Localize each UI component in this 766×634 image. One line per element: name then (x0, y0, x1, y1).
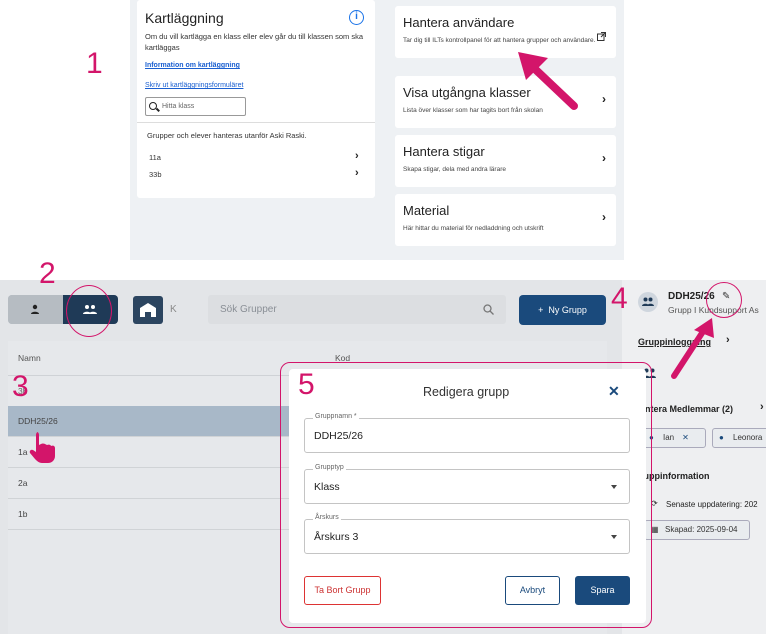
step-number: 3 (12, 370, 29, 403)
group-avatar (638, 292, 658, 312)
menu-sub: Tar dig till ILTs kontrollpanel för att … (403, 37, 596, 44)
toggle-users[interactable] (8, 295, 63, 324)
menu-sub: Här hittar du material för nedladdning o… (403, 225, 544, 232)
chevron-right-icon[interactable]: › (726, 334, 730, 346)
menu-title: Visa utgångna klasser (403, 85, 531, 100)
cancel-button[interactable]: Avbryt (505, 576, 560, 605)
col-header-name[interactable]: Namn (18, 353, 41, 363)
chevron-right-icon: › (602, 92, 606, 106)
menu-card-material[interactable]: Material Här hittar du material för nedl… (395, 194, 616, 246)
delete-group-button[interactable]: Ta Bort Grupp (304, 576, 381, 605)
group-name-field[interactable]: Gruppnamn * DDH25/26 (304, 413, 630, 453)
menu-title: Hantera användare (403, 15, 515, 30)
step-number: 1 (86, 47, 103, 80)
calendar-icon: ▦ (651, 525, 659, 534)
chevron-down-icon (611, 535, 617, 539)
group-search-input[interactable]: Sök Grupper (208, 295, 506, 324)
chevron-down-icon (611, 485, 617, 489)
groups-note: Grupper och elever hanteras utanför Aski… (147, 131, 307, 140)
class-item[interactable]: 33b (149, 170, 162, 179)
updated-text: Senaste uppdatering: 202 (666, 500, 758, 509)
menu-card-manage-users[interactable]: Hantera användare Tar dig till ILTs kont… (395, 6, 616, 58)
print-link[interactable]: Skriv ut kartläggningsformuläret (145, 82, 243, 89)
chevron-right-icon: › (602, 210, 606, 224)
kartlaggning-desc: Om du vill kartlägga en klass eller elev… (145, 32, 364, 52)
school-icon-button[interactable] (133, 296, 163, 324)
highlight-circle (66, 285, 112, 337)
field-value: Klass (314, 481, 340, 493)
menu-card-expired[interactable]: Visa utgångna klasser Lista över klasser… (395, 76, 616, 128)
k-label: K (170, 304, 177, 315)
field-value: Årskurs 3 (314, 531, 359, 543)
hand-cursor-icon (29, 432, 55, 463)
grade-select[interactable]: Årskurs Årskurs 3 (304, 514, 630, 554)
external-link-icon (597, 32, 606, 41)
chevron-right-icon[interactable]: › (760, 401, 764, 413)
group-type-select[interactable]: Grupptyp Klass (304, 464, 630, 504)
members-heading[interactable]: antera Medlemmar (2) (640, 404, 733, 414)
plus-icon: + (538, 305, 549, 315)
menu-sub: Skapa stigar, dela med andra lärare (403, 166, 506, 173)
new-group-label: Ny Grupp (548, 305, 587, 315)
user-icon: ● (719, 433, 724, 442)
info-icon[interactable]: i (349, 10, 364, 25)
search-placeholder: Sök Grupper (220, 304, 277, 315)
menu-title: Material (403, 203, 450, 218)
step-number: 4 (611, 282, 628, 315)
chevron-right-icon: › (602, 151, 606, 165)
field-label: Gruppnamn * (313, 413, 359, 420)
chevron-right-icon[interactable]: › (355, 167, 359, 179)
building-icon (140, 303, 156, 317)
step-number: 2 (39, 257, 56, 290)
menu-card-paths[interactable]: Hantera stigar Skapa stigar, dela med an… (395, 135, 616, 187)
close-icon[interactable]: ✕ (682, 433, 689, 442)
class-search-input[interactable]: Hitta klass (145, 97, 246, 116)
field-label: Grupptyp (313, 464, 346, 471)
dialog-title: Redigera grupp (423, 385, 510, 399)
chevron-right-icon[interactable]: › (355, 150, 359, 162)
highlight-circle (706, 282, 742, 318)
pointer-arrow (518, 52, 578, 110)
class-search-placeholder: Hitta klass (162, 103, 195, 110)
kartlaggning-title: Kartläggning (145, 10, 224, 26)
divider (137, 122, 375, 123)
field-label: Årskurs (313, 514, 341, 521)
member-name: Leonora (733, 433, 763, 442)
refresh-icon: ⟳ (651, 499, 658, 508)
search-icon (149, 102, 157, 110)
search-icon (483, 304, 494, 315)
step-number: 5 (298, 368, 315, 401)
created-chip: ▦ Skapad: 2025-09-04 (644, 520, 750, 540)
created-text: Skapad: 2025-09-04 (665, 525, 738, 534)
menu-title: Hantera stigar (403, 144, 485, 159)
user-icon (31, 304, 39, 314)
class-item[interactable]: 11a (149, 153, 161, 162)
member-chip[interactable]: ● Leonora (712, 428, 766, 448)
group-icon (642, 297, 654, 306)
save-button[interactable]: Spara (575, 576, 630, 605)
pointer-arrow (671, 318, 714, 379)
member-name: Ian (663, 433, 675, 442)
info-link[interactable]: Information om kartläggning (145, 62, 240, 69)
field-value: DDH25/26 (314, 430, 364, 442)
new-group-button[interactable]: + Ny Grupp (519, 295, 606, 325)
close-icon[interactable]: ✕ (608, 383, 620, 400)
kartlaggning-card: Kartläggning i Om du vill kartlägga en k… (137, 0, 375, 198)
